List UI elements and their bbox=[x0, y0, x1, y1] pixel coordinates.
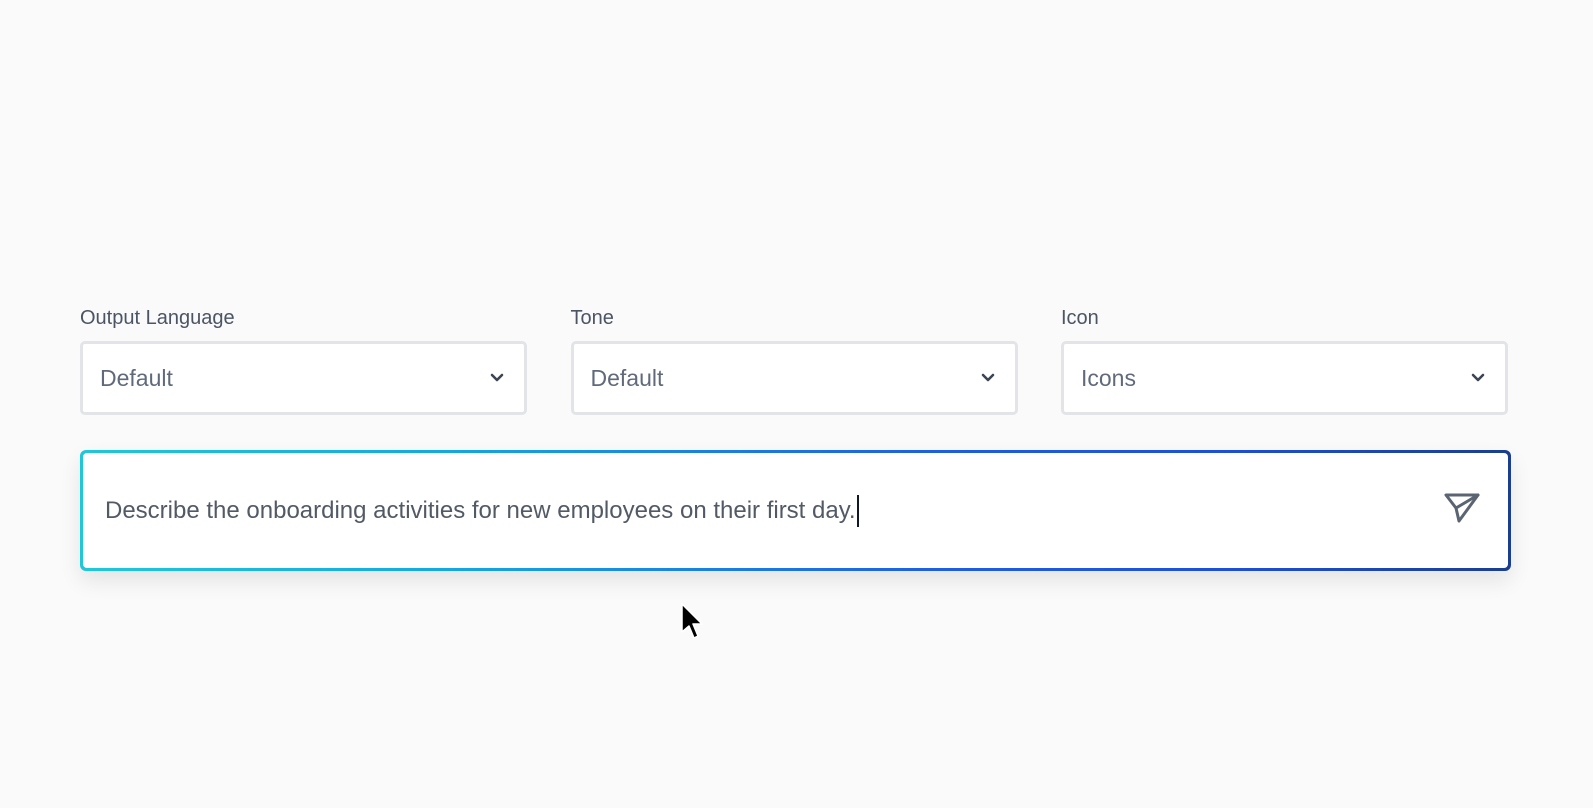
icon-field: Icon Icons bbox=[1061, 305, 1508, 415]
tone-value: Default bbox=[590, 364, 664, 391]
tone-label: Tone bbox=[570, 307, 614, 329]
chevron-down-icon bbox=[1469, 369, 1487, 387]
settings-row: Output Language Default Tone Default Ico… bbox=[80, 305, 1508, 415]
icon-label: Icon bbox=[1061, 307, 1099, 329]
tone-select[interactable]: Default bbox=[570, 341, 1018, 415]
prompt-text: Describe the onboarding activities for n… bbox=[105, 496, 856, 524]
mouse-pointer-icon bbox=[680, 602, 708, 646]
text-caret bbox=[856, 494, 859, 527]
output-language-label: Output Language bbox=[80, 307, 235, 329]
icon-value: Icons bbox=[1081, 364, 1136, 391]
send-icon bbox=[1443, 491, 1481, 530]
chevron-down-icon bbox=[488, 369, 506, 387]
prompt-input[interactable]: Describe the onboarding activities for n… bbox=[105, 494, 1440, 527]
page: Output Language Default Tone Default Ico… bbox=[0, 0, 1593, 808]
icon-select[interactable]: Icons bbox=[1061, 341, 1508, 415]
send-button[interactable] bbox=[1440, 489, 1484, 533]
output-language-select[interactable]: Default bbox=[80, 341, 527, 415]
output-language-field: Output Language Default bbox=[80, 305, 527, 415]
chevron-down-icon bbox=[979, 369, 997, 387]
prompt-inner: Describe the onboarding activities for n… bbox=[83, 453, 1508, 568]
prompt-box: Describe the onboarding activities for n… bbox=[80, 450, 1511, 571]
output-language-value: Default bbox=[100, 364, 173, 391]
tone-field: Tone Default bbox=[570, 305, 1018, 415]
